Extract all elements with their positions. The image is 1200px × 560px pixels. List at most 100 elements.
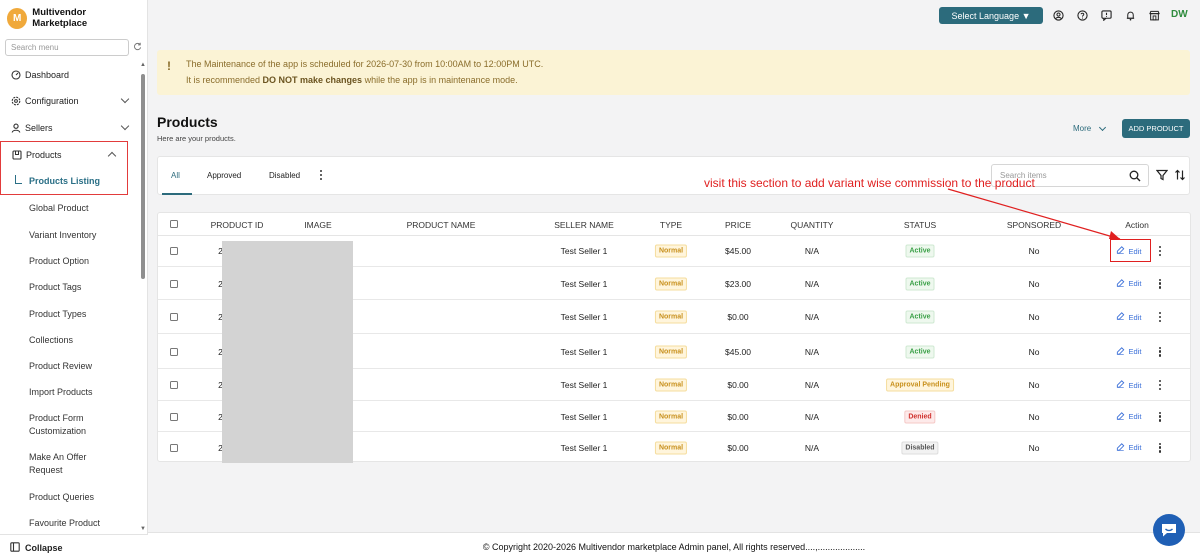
more-dropdown-button[interactable]: More bbox=[1073, 123, 1107, 133]
quantity: N/A bbox=[804, 442, 820, 453]
more-label: More bbox=[1073, 124, 1092, 133]
sidebar-subitem-products-listing[interactable]: Products Listing bbox=[1, 168, 127, 194]
edit-link[interactable]: Edit bbox=[1116, 411, 1142, 422]
col-quantity[interactable]: QUANTITY bbox=[791, 220, 834, 230]
price: $45.00 bbox=[725, 346, 751, 357]
col-seller-name[interactable]: SELLER NAME bbox=[554, 220, 614, 230]
price: $23.00 bbox=[725, 278, 751, 289]
row-checkbox[interactable] bbox=[170, 443, 178, 452]
sort-icon[interactable] bbox=[1174, 169, 1186, 183]
sidebar-item-products[interactable]: Products bbox=[1, 142, 127, 168]
add-product-button[interactable]: ADD PRODUCT bbox=[1122, 119, 1190, 138]
col-price[interactable]: PRICE bbox=[725, 220, 751, 230]
chevron-down-icon bbox=[120, 121, 130, 130]
col-product-id[interactable]: PRODUCT ID bbox=[211, 220, 264, 230]
row-actions-kebab-icon[interactable] bbox=[1158, 246, 1162, 256]
row-checkbox[interactable] bbox=[170, 381, 178, 389]
gear-icon bbox=[10, 96, 21, 107]
row-checkbox[interactable] bbox=[170, 247, 178, 255]
sidebar-subitem-product-form-customization[interactable]: Product Form Customization bbox=[0, 406, 105, 445]
sidebar-subitem-product-review[interactable]: Product Review bbox=[0, 353, 140, 379]
collapse-button[interactable]: Collapse bbox=[0, 534, 148, 560]
type-badge: Normal bbox=[654, 244, 688, 258]
scroll-down-arrow-icon[interactable]: ▼ bbox=[140, 526, 146, 532]
row-checkbox[interactable] bbox=[170, 313, 178, 321]
edit-icon bbox=[1116, 380, 1129, 390]
sidebar-scrollbar[interactable]: ▲ ▼ bbox=[140, 62, 146, 532]
redacted-product-names bbox=[222, 241, 353, 463]
edit-link[interactable]: Edit bbox=[1116, 278, 1142, 289]
row-checkbox[interactable] bbox=[170, 347, 178, 356]
scrollbar-thumb[interactable] bbox=[141, 74, 145, 279]
select-all-checkbox[interactable] bbox=[170, 220, 178, 228]
sponsored: No bbox=[1028, 312, 1040, 322]
sidebar-subitem-make-an-offer-request[interactable]: Make An Offer Request bbox=[0, 445, 100, 484]
sidebar-subitem-product-queries[interactable]: Product Queries bbox=[0, 484, 140, 510]
footer: © Copyright 2020-2026 Multivendor market… bbox=[148, 532, 1200, 560]
col-type[interactable]: TYPE bbox=[660, 220, 682, 230]
user-initials[interactable]: DW bbox=[1171, 9, 1188, 20]
filter-icon[interactable] bbox=[1155, 169, 1169, 183]
tab-all[interactable]: All bbox=[171, 171, 180, 180]
sponsored: No bbox=[1028, 278, 1040, 289]
edit-label: Edit bbox=[1128, 412, 1142, 421]
row-actions-kebab-icon[interactable] bbox=[1158, 442, 1162, 453]
sidebar-subitem-import-products[interactable]: Import Products bbox=[0, 379, 140, 405]
row-actions-kebab-icon[interactable] bbox=[1158, 312, 1162, 322]
select-language-button[interactable]: Select Language ▼ bbox=[939, 7, 1043, 24]
row-checkbox[interactable] bbox=[170, 279, 178, 288]
edit-icon bbox=[1116, 312, 1129, 322]
type-badge: Normal bbox=[654, 410, 688, 423]
edit-icon bbox=[1116, 346, 1129, 357]
sponsored: No bbox=[1028, 442, 1040, 453]
edit-link[interactable]: Edit bbox=[1116, 312, 1141, 322]
sidebar-subitem-variant-inventory[interactable]: Variant Inventory bbox=[0, 221, 140, 247]
feedback-icon[interactable] bbox=[1100, 9, 1112, 21]
sidebar-item-sellers[interactable]: Sellers bbox=[0, 115, 140, 141]
help-icon[interactable] bbox=[1076, 9, 1088, 21]
sidebar-item-configuration[interactable]: Configuration bbox=[0, 88, 140, 114]
row-actions-kebab-icon[interactable] bbox=[1158, 278, 1162, 289]
tab-approved[interactable]: Approved bbox=[207, 171, 241, 180]
tabs-more-kebab-icon[interactable] bbox=[319, 170, 323, 180]
refresh-icon[interactable] bbox=[133, 42, 142, 53]
search-icon[interactable] bbox=[1129, 170, 1141, 184]
sidebar-subitem-favourite-product[interactable]: Favourite Product bbox=[0, 510, 140, 536]
row-actions-kebab-icon[interactable] bbox=[1158, 380, 1162, 390]
edit-label: Edit bbox=[1128, 380, 1142, 390]
edit-link[interactable]: Edit bbox=[1116, 380, 1142, 390]
col-status[interactable]: STATUS bbox=[904, 220, 936, 230]
sidebar-subitem-product-types[interactable]: Product Types bbox=[0, 300, 140, 326]
row-actions-kebab-icon[interactable] bbox=[1158, 346, 1162, 357]
store-icon[interactable] bbox=[1148, 9, 1160, 21]
edit-label: Edit bbox=[1128, 279, 1142, 288]
col-product-name[interactable]: PRODUCT NAME bbox=[407, 220, 476, 230]
edit-link[interactable]: Edit bbox=[1116, 346, 1141, 357]
page-title: Products bbox=[157, 114, 218, 130]
brand[interactable]: M Multivendor Marketplace bbox=[0, 0, 147, 36]
sidebar-subitem-product-option[interactable]: Product Option bbox=[0, 248, 140, 274]
sidebar-subitem-product-tags[interactable]: Product Tags bbox=[0, 274, 140, 300]
tab-disabled[interactable]: Disabled bbox=[269, 171, 300, 180]
status-badge: Active bbox=[905, 244, 935, 258]
sidebar-item-label: Products bbox=[26, 150, 62, 161]
sponsored: No bbox=[1028, 380, 1040, 390]
price: $0.00 bbox=[727, 411, 749, 422]
sidebar-item-label: Sellers bbox=[25, 122, 53, 133]
edit-link[interactable]: Edit bbox=[1116, 442, 1141, 453]
warning-icon: ! bbox=[167, 59, 171, 73]
seller-name: Test Seller 1 bbox=[560, 278, 608, 289]
sidebar-subitem-collections[interactable]: Collections bbox=[0, 327, 140, 353]
collapse-icon bbox=[10, 541, 20, 554]
chat-button[interactable] bbox=[1153, 514, 1185, 546]
status-badge: Disabled bbox=[901, 441, 939, 454]
row-checkbox[interactable] bbox=[170, 412, 178, 421]
seller-name: Test Seller 1 bbox=[560, 380, 608, 390]
sidebar-subitem-global-product[interactable]: Global Product bbox=[0, 195, 140, 221]
account-circle-icon[interactable] bbox=[1052, 9, 1064, 21]
search-menu-input[interactable] bbox=[5, 39, 129, 56]
sidebar-item-dashboard[interactable]: Dashboard bbox=[0, 62, 140, 88]
row-actions-kebab-icon[interactable] bbox=[1158, 411, 1162, 422]
scroll-up-arrow-icon[interactable]: ▲ bbox=[140, 62, 146, 68]
bell-icon[interactable] bbox=[1124, 9, 1136, 21]
